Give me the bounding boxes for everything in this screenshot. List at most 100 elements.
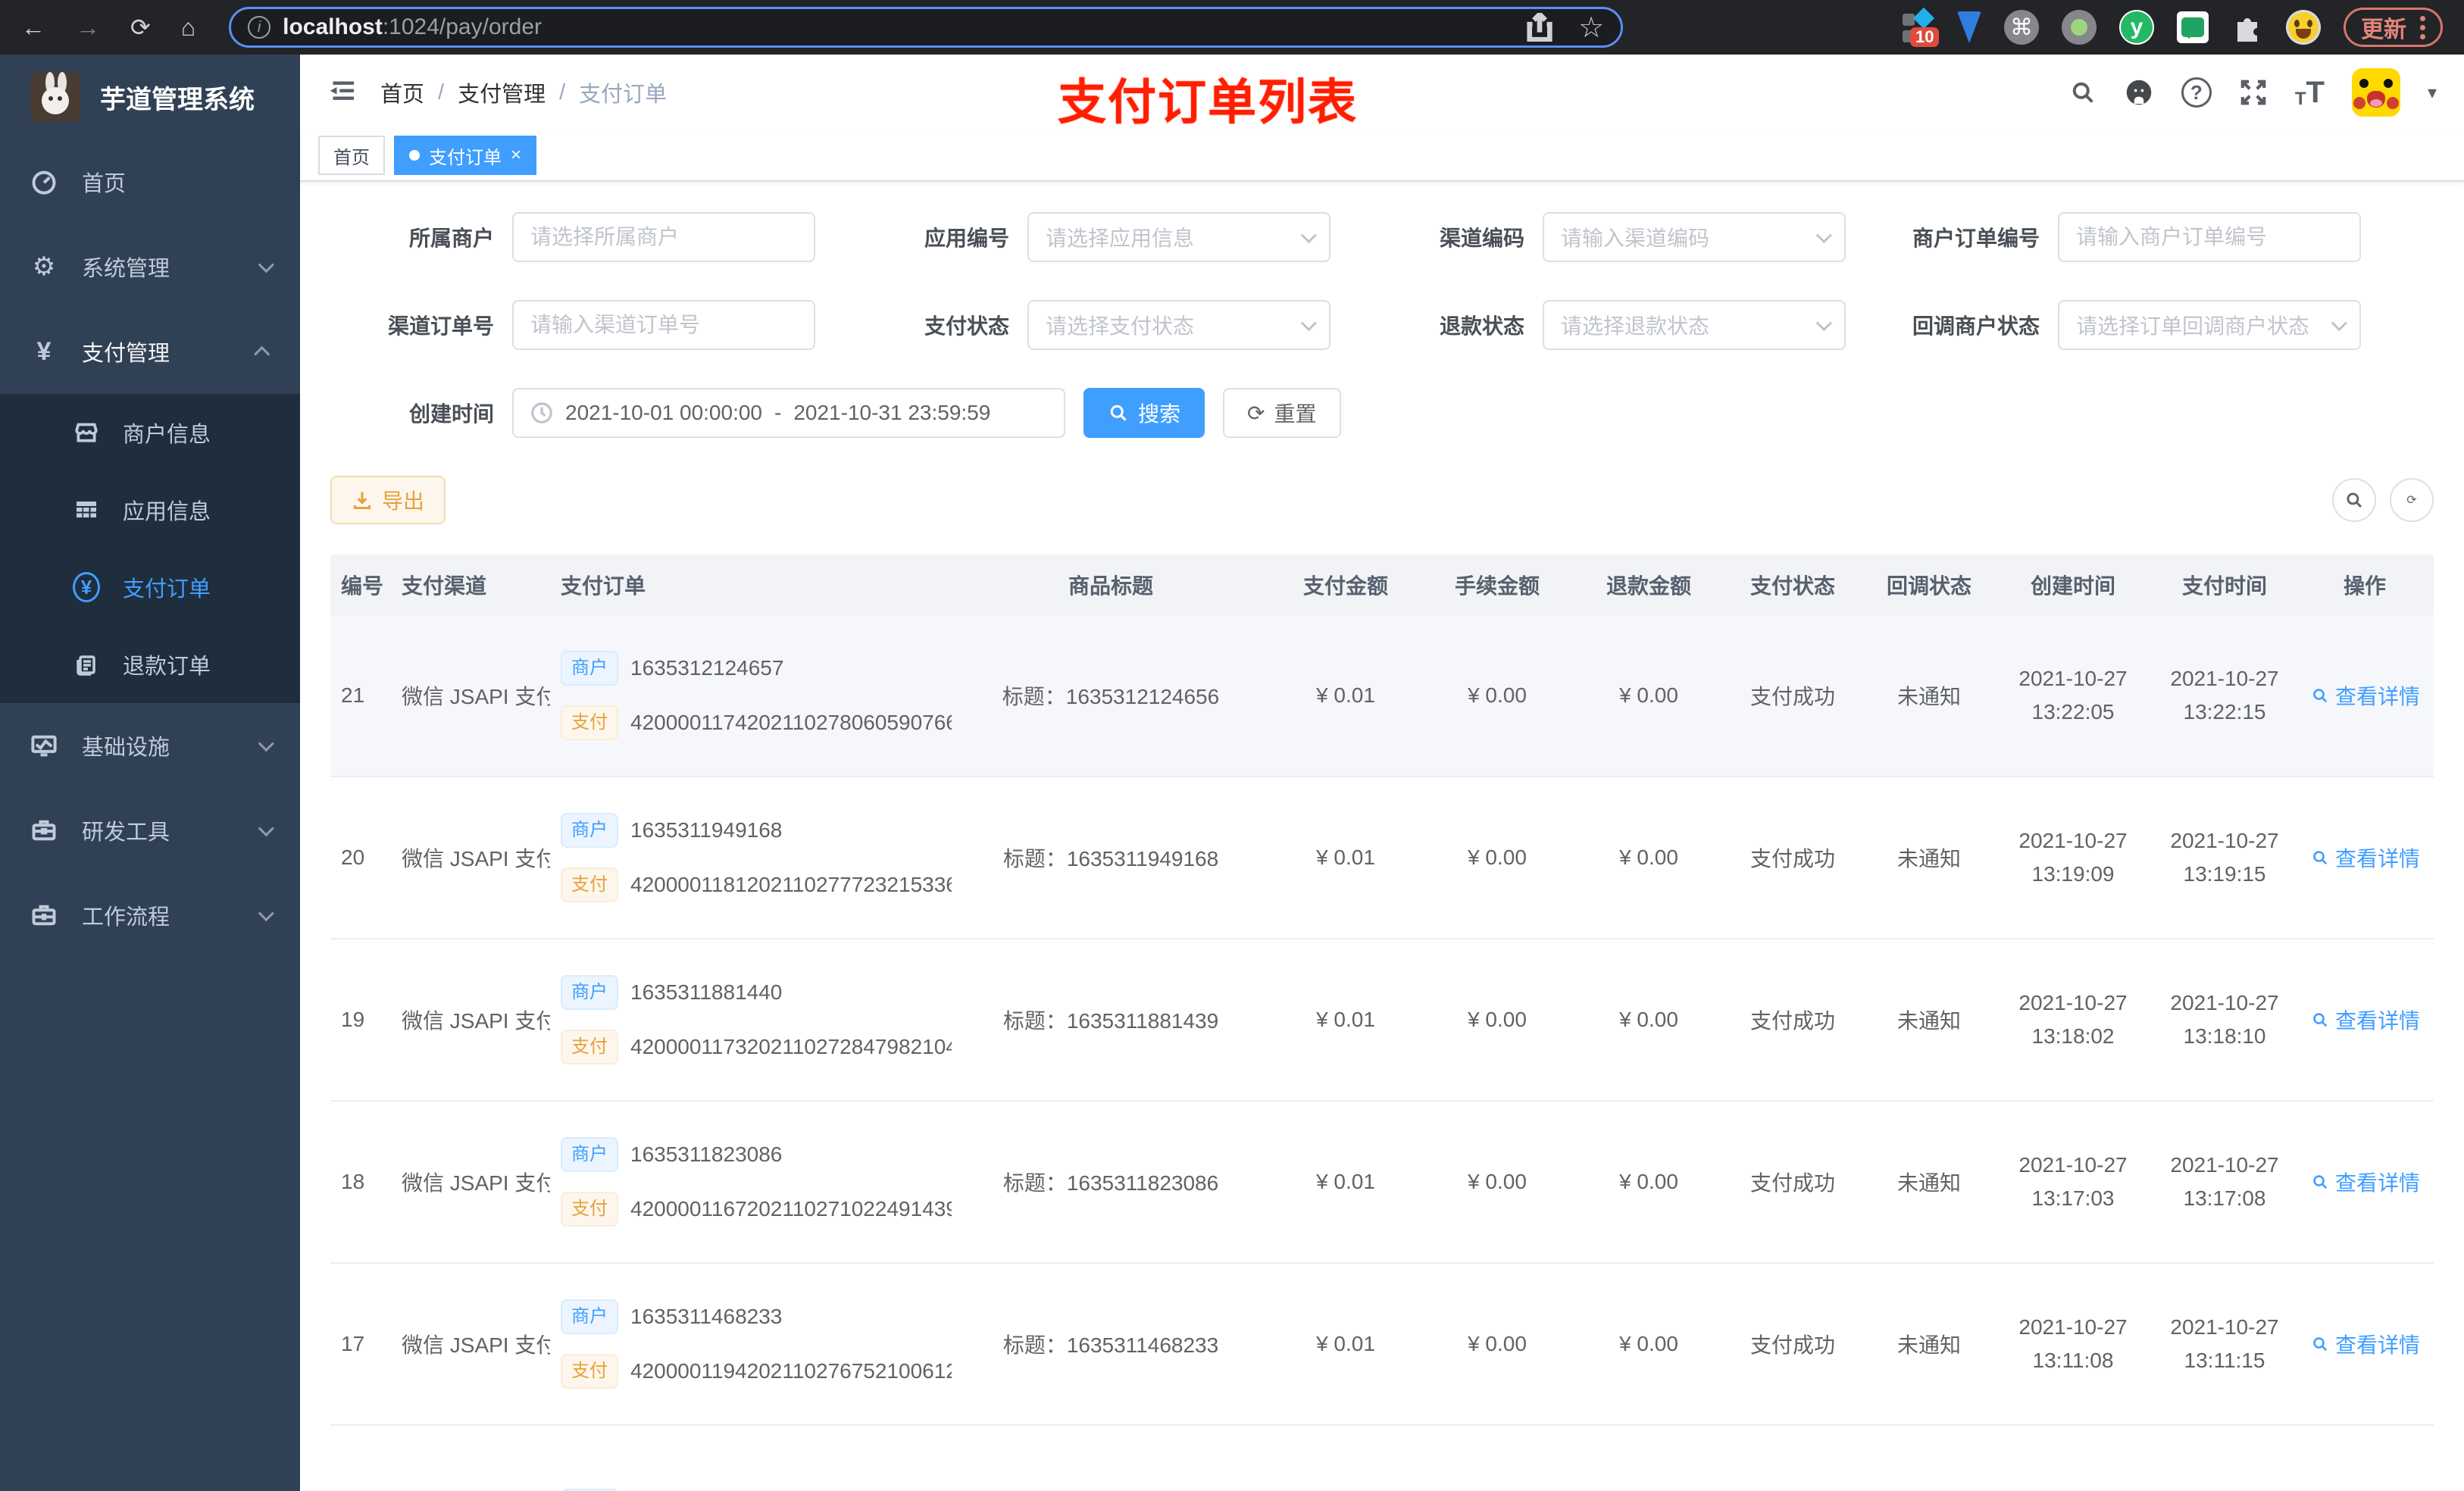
tab-home[interactable]: 首页 xyxy=(318,136,385,175)
browser-menu-icon[interactable] xyxy=(2420,15,2425,39)
help-icon[interactable]: ? xyxy=(2181,77,2212,108)
notify-status-label: 回调商户状态 xyxy=(1912,314,2040,338)
mch-order-no-input[interactable] xyxy=(2058,212,2361,262)
merchant-input[interactable] xyxy=(512,212,815,262)
ext-command-icon[interactable]: ⌘ xyxy=(2004,10,2039,45)
ext-y-icon[interactable]: y xyxy=(2119,10,2154,45)
share-icon[interactable] xyxy=(1527,13,1553,42)
logo: 芋道管理系统 xyxy=(0,55,300,139)
create-time-range-picker[interactable]: 2021-10-01 00:00:00 - 2021-10-31 23:59:5… xyxy=(512,388,1065,438)
pay-order-table: 编号 支付渠道 支付订单 商品标题 支付金额 手续金额 退款金额 支付状态 回调… xyxy=(330,555,2434,1491)
chevron-down-icon xyxy=(258,735,274,752)
avatar-caret-icon[interactable]: ▾ xyxy=(2428,82,2437,104)
ext-dot-icon[interactable] xyxy=(2062,10,2097,45)
briefcase-icon xyxy=(30,902,58,929)
view-detail-link[interactable]: 查看详情 xyxy=(2311,680,2420,711)
table-row[interactable]: 商户1635311354796 xyxy=(330,1426,2434,1491)
channel-order-no-label: 渠道订单号 xyxy=(387,314,494,338)
table-row[interactable]: 20 微信 JSAPI 支付 商户 1635311949168 支付 4200001… xyxy=(330,777,2434,939)
reset-button[interactable]: ⟳ 重置 xyxy=(1223,388,1341,438)
date-start: 2021-10-01 00:00:00 xyxy=(565,401,762,424)
reload-icon[interactable]: ⟳ xyxy=(130,13,151,42)
sidebar-submenu-pay: 商户信息 应用信息 ¥ 支付订单 退款订单 xyxy=(0,394,300,703)
ext-tabs-icon[interactable]: 10 xyxy=(1901,7,1940,47)
table-row[interactable]: 17 微信 JSAPI 支付 商户 1635311468233 支付 4200001… xyxy=(330,1264,2434,1426)
fullscreen-icon[interactable] xyxy=(2239,78,2268,107)
ext-emoji-icon[interactable] xyxy=(2286,10,2321,45)
refund-status-label: 退款状态 xyxy=(1439,314,1524,338)
back-icon[interactable]: ← xyxy=(21,14,45,42)
extensions-puzzle-icon[interactable] xyxy=(2231,11,2263,43)
search-icon[interactable] xyxy=(2069,79,2097,106)
toggle-search-button[interactable] xyxy=(2332,478,2376,522)
export-button[interactable]: 导出 xyxy=(330,476,446,524)
view-detail-link[interactable]: 查看详情 xyxy=(2311,842,2420,873)
ext-kite-icon[interactable] xyxy=(1957,11,1981,43)
ext-chat-icon[interactable] xyxy=(2177,11,2209,43)
table-header: 编号 支付渠道 支付订单 商品标题 支付金额 手续金额 退款金额 支付状态 回调… xyxy=(330,555,2434,615)
bookmark-star-icon[interactable]: ☆ xyxy=(1578,11,1604,45)
table-row[interactable]: 19 微信 JSAPI 支付 商户 1635311881440 支付 4200001… xyxy=(330,939,2434,1102)
update-button[interactable]: 更新 xyxy=(2344,8,2443,47)
sidebar-item-infra[interactable]: 基础设施 xyxy=(0,703,300,788)
pay-tag: 支付 xyxy=(561,867,618,902)
search-button[interactable]: 搜索 xyxy=(1083,388,1205,438)
sidebar-item-system[interactable]: ⚙ 系统管理 xyxy=(0,224,300,309)
refund-status-select[interactable]: 请选择退款状态 xyxy=(1543,300,1846,350)
channel-code-select[interactable]: 请输入渠道编码 xyxy=(1543,212,1846,262)
table-row[interactable]: 18 微信 JSAPI 支付 商户 1635311823086 支付 4200001… xyxy=(330,1102,2434,1264)
sidebar-item-pay[interactable]: ¥ 支付管理 xyxy=(0,309,300,394)
navbar: 首页 / 支付管理 / 支付订单 支付订单列表 ? T T ▾ xyxy=(300,55,2464,130)
tab-pay-order[interactable]: 支付订单 × xyxy=(394,136,537,175)
chevron-down-icon xyxy=(258,820,274,836)
sidebar-fold-icon[interactable] xyxy=(327,76,358,110)
gear-icon: ⚙ xyxy=(32,252,56,281)
merchant-tag: 商户 xyxy=(561,813,618,848)
app-select[interactable]: 请选择应用信息 xyxy=(1027,212,1330,262)
breadcrumb-home[interactable]: 首页 xyxy=(380,77,424,108)
chevron-up-icon xyxy=(254,345,270,362)
user-avatar[interactable] xyxy=(2351,68,2400,117)
monitor-icon xyxy=(30,732,58,759)
view-detail-link[interactable]: 查看详情 xyxy=(2311,1329,2420,1359)
view-detail-link[interactable]: 查看详情 xyxy=(2311,1167,2420,1197)
address-bar[interactable]: i localhost:1024/pay/order ☆ xyxy=(229,7,1624,48)
active-dot xyxy=(409,150,420,161)
create-time-label: 创建时间 xyxy=(408,402,494,426)
font-size-icon[interactable]: TT xyxy=(2295,76,2325,110)
sidebar-item-refund-order[interactable]: 退款订单 xyxy=(0,626,300,703)
pay-status-select[interactable]: 请选择支付状态 xyxy=(1027,300,1330,350)
forward-icon[interactable]: → xyxy=(76,14,100,42)
github-icon[interactable] xyxy=(2124,77,2154,108)
view-detail-link[interactable]: 查看详情 xyxy=(2311,1005,2420,1035)
refresh-table-button[interactable]: ⟳ xyxy=(2390,478,2434,522)
sidebar-item-workflow[interactable]: 工作流程 xyxy=(0,873,300,958)
grid-icon xyxy=(73,498,100,522)
pay-tag: 支付 xyxy=(561,1030,618,1064)
close-tab-icon[interactable]: × xyxy=(511,145,521,166)
clock-icon xyxy=(530,402,553,424)
page-title-annotation: 支付订单列表 xyxy=(1058,75,1358,130)
chevron-down-icon xyxy=(1300,227,1317,243)
table-row[interactable]: 21 微信 JSAPI 支付 商户 1635312124657 支付 4200001… xyxy=(330,615,2434,777)
breadcrumb-pay[interactable]: 支付管理 xyxy=(458,77,546,108)
sidebar-item-pay-order[interactable]: ¥ 支付订单 xyxy=(0,549,300,626)
sidebar-item-merchant-info[interactable]: 商户信息 xyxy=(0,394,300,471)
merchant-tag: 商户 xyxy=(561,651,618,686)
pay-tag: 支付 xyxy=(561,1354,618,1389)
chevron-down-icon xyxy=(258,905,274,921)
table-toolbar: 导出 ⟳ xyxy=(330,476,2434,524)
sidebar-item-app-info[interactable]: 应用信息 xyxy=(0,471,300,549)
sidebar-item-home[interactable]: 首页 xyxy=(0,139,300,224)
date-separator: - xyxy=(774,401,782,424)
home-icon[interactable]: ⌂ xyxy=(181,14,195,42)
pay-order-icon: ¥ xyxy=(73,572,100,602)
channel-order-no-input[interactable] xyxy=(512,300,815,350)
site-info-icon[interactable]: i xyxy=(248,16,271,39)
app-label: 应用编号 xyxy=(924,227,1009,250)
merchant-label: 所属商户 xyxy=(408,227,494,250)
notify-status-select[interactable]: 请选择订单回调商户状态 xyxy=(2058,300,2361,350)
store-icon xyxy=(73,420,100,445)
ext-badge: 10 xyxy=(1910,27,1940,47)
sidebar-item-devtools[interactable]: 研发工具 xyxy=(0,788,300,873)
